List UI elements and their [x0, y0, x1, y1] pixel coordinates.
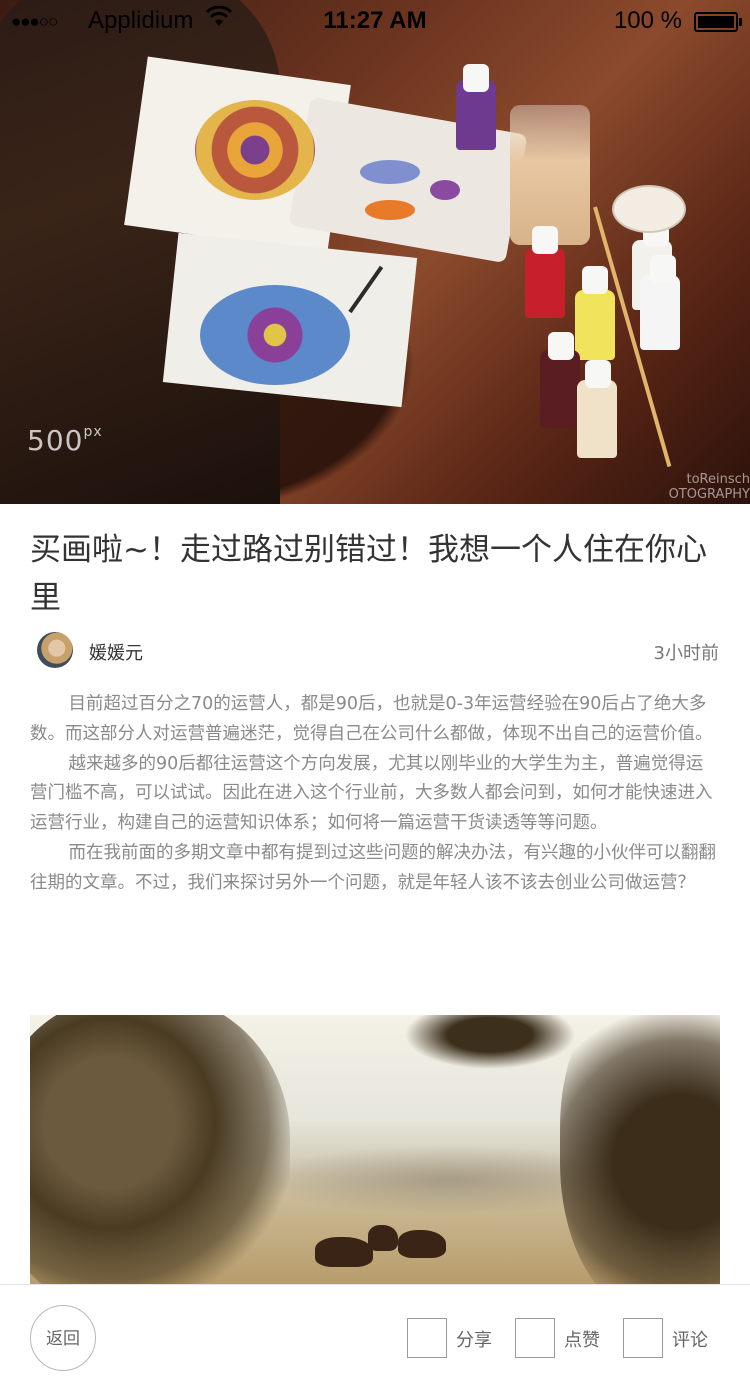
hero-paint-blob — [360, 160, 420, 184]
share-label[interactable]: 分享 — [456, 1326, 492, 1352]
like-label[interactable]: 点赞 — [564, 1326, 600, 1352]
article-paragraph: 越来越多的90后都往运营这个方向发展，尤其以刚毕业的大学生为主，普遍觉得运营门槛… — [30, 753, 713, 834]
hero-paint-blob — [365, 200, 415, 220]
author-name[interactable]: 媛媛元 — [89, 639, 143, 665]
share-icon[interactable] — [407, 1318, 447, 1358]
back-button[interactable]: 返回 — [30, 1305, 96, 1371]
bottom-action-bar: 返回 分享 点赞 评论 — [0, 1284, 750, 1383]
hero-bottle-cap — [463, 64, 489, 92]
comment-icon[interactable] — [623, 1318, 663, 1358]
photo-horse — [315, 1237, 373, 1267]
post-timestamp: 3小时前 — [653, 643, 719, 664]
photo-tree — [30, 1015, 290, 1285]
status-bar: ●●●○○ Applidium 11:27 AM 100 % — [0, 0, 750, 40]
like-icon[interactable] — [515, 1318, 555, 1358]
photo-tree — [560, 1015, 720, 1285]
hero-bottle-cap — [532, 226, 558, 254]
article-image[interactable] — [30, 1015, 720, 1285]
photo-horse — [368, 1225, 398, 1251]
hero-watermark: 500px — [27, 424, 103, 457]
comment-label[interactable]: 评论 — [672, 1326, 708, 1352]
hero-lid — [612, 185, 686, 233]
article-paragraph: 目前超过百分之70的运营人，都是90后，也就是0-3年运营经验在90后占了绝大多… — [30, 694, 713, 744]
hero-paint-bottle — [525, 248, 565, 318]
avatar[interactable] — [37, 632, 73, 668]
hero-paint-bottle — [577, 380, 617, 458]
author-row: 媛媛元 3小时前 — [37, 632, 727, 672]
hero-paint-bottle — [575, 290, 615, 360]
battery-percentage: 100 % — [613, 7, 682, 34]
hero-mandala — [195, 100, 315, 200]
hero-paint-blob — [430, 180, 460, 200]
hero-bottle-cap — [548, 332, 574, 360]
hero-jar — [510, 105, 590, 245]
photo-leaves — [390, 1015, 590, 1075]
article-title: 买画啦~！走过路过别错过！我想一个人住在你心里 — [30, 532, 707, 616]
article-paragraph: 而在我前面的多期文章中都有提到过这些问题的解决办法，有兴趣的小伙伴可以翻翻往期的… — [30, 842, 716, 893]
hero-mandala — [200, 285, 350, 385]
hero-paint-bottle — [640, 275, 680, 350]
hero-photo-credit: toReinsch OTOGRAPHY — [668, 472, 750, 502]
battery-icon — [694, 12, 742, 32]
hero-image: 500px toReinsch OTOGRAPHY — [0, 0, 750, 504]
photo-horse — [398, 1230, 446, 1258]
hero-paint-bottle — [540, 350, 580, 428]
hero-bottle-cap — [585, 360, 611, 388]
hero-bottle-cap — [650, 255, 676, 283]
hero-bottle-cap — [582, 266, 608, 294]
article-body: 目前超过百分之70的运营人，都是90后，也就是0-3年运营经验在90后占了绝大多… — [30, 690, 720, 899]
